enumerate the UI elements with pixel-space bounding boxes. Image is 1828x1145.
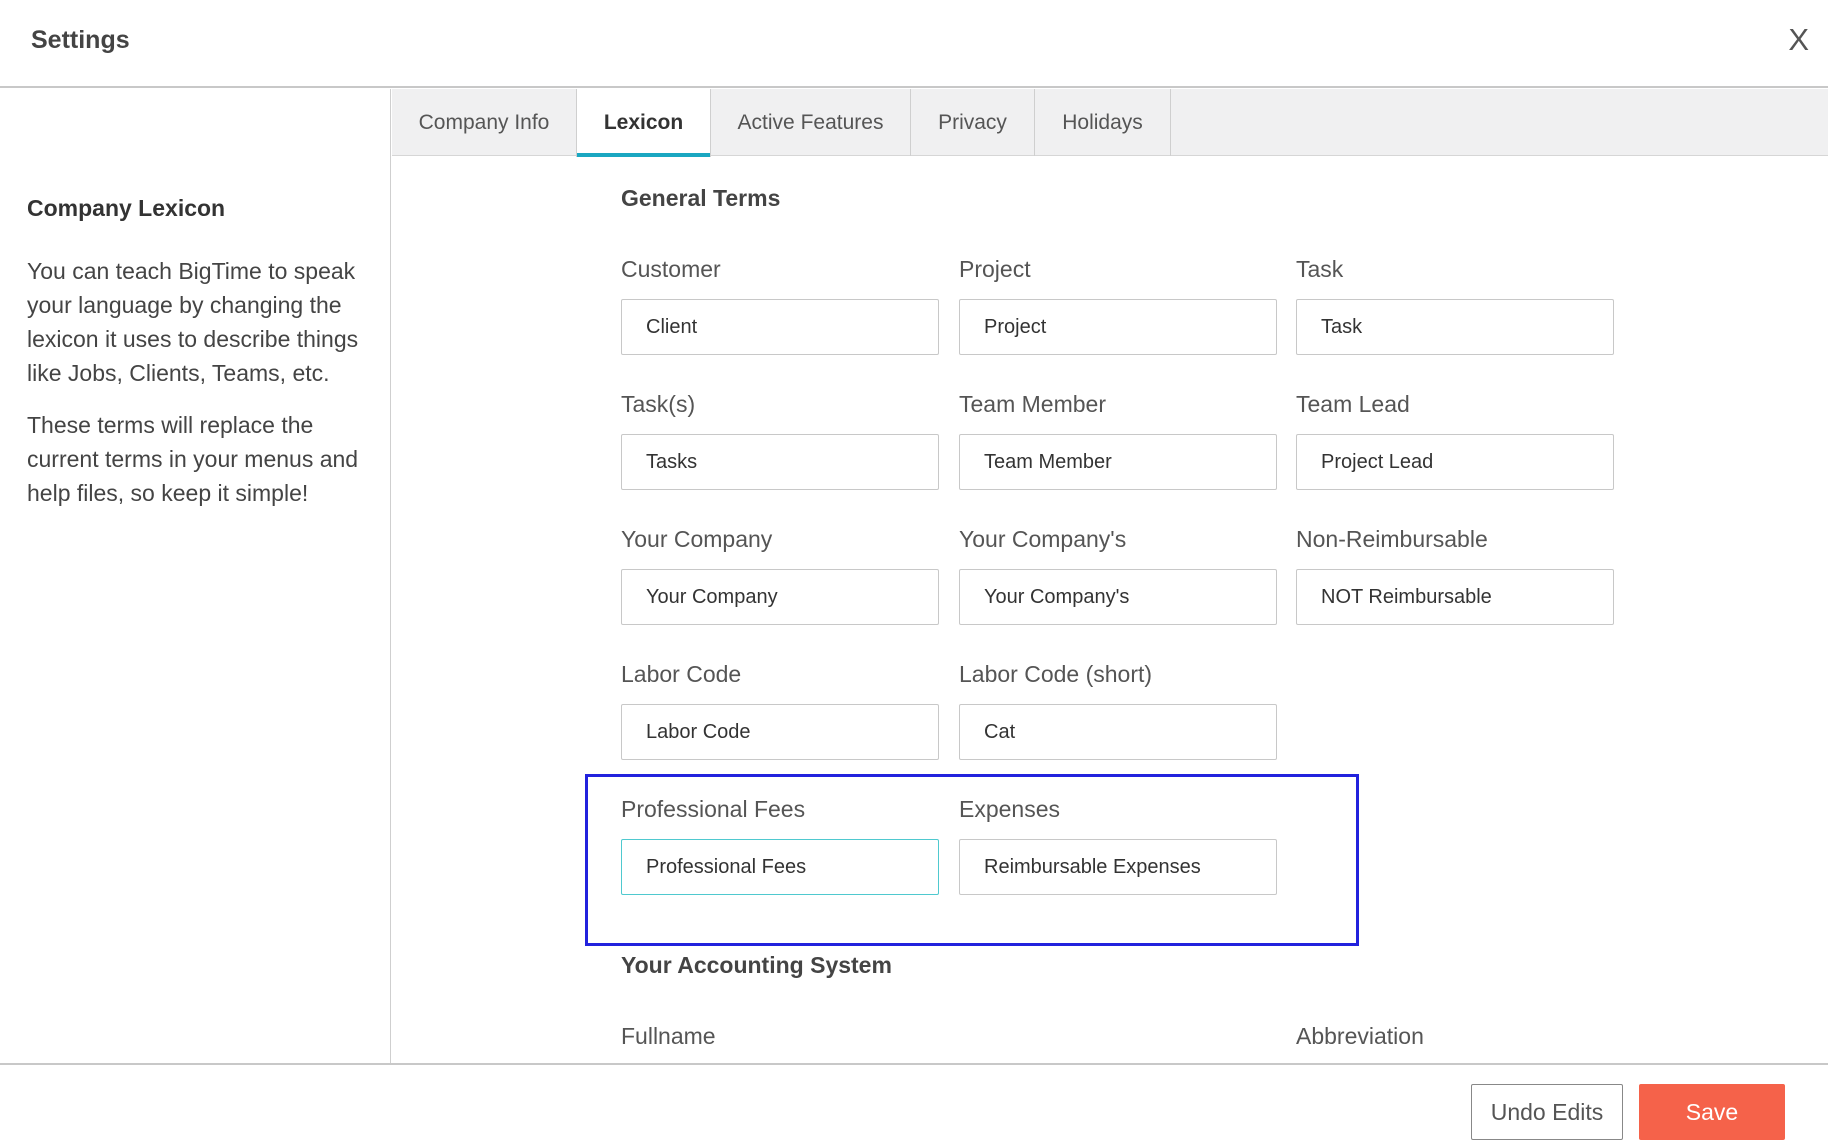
labor-code-input[interactable]: Labor Code [621,704,939,760]
professional-fees-label: Professional Fees [621,796,806,822]
dialog-header: Settings X [0,0,1828,88]
tasks-input[interactable]: Tasks [621,434,939,490]
general-terms-title: General Terms [621,185,781,211]
team-member-label: Team Member [959,391,1106,417]
undo-edits-button[interactable]: Undo Edits [1471,1084,1623,1140]
customer-label: Customer [621,256,721,282]
accounting-system-title: Your Accounting System [621,952,892,978]
tab-label: Holidays [1062,111,1143,134]
save-button[interactable]: Save [1639,1084,1785,1140]
tab-active-features[interactable]: Active Features [711,89,911,156]
tab-holidays[interactable]: Holidays [1035,89,1171,156]
abbreviation-label: Abbreviation [1296,1023,1424,1049]
lexicon-form: General Terms Customer Client Project Pr… [392,157,1828,1063]
professional-fees-input[interactable]: Professional Fees [621,839,939,895]
tab-label: Company Info [418,111,550,134]
close-icon[interactable]: X [1788,24,1809,55]
your-company-label: Your Company [621,526,773,552]
project-label: Project [959,256,1031,282]
task-label: Task [1296,256,1344,282]
tab-label: Active Features [737,111,884,134]
expenses-input[interactable]: Reimbursable Expenses [959,839,1277,895]
team-member-input[interactable]: Team Member [959,434,1277,490]
team-lead-label: Team Lead [1296,391,1410,417]
non-reimbursable-label: Non-Reimbursable [1296,526,1488,552]
expenses-label: Expenses [959,796,1061,822]
customer-input[interactable]: Client [621,299,939,355]
labor-code-label: Labor Code [621,661,742,687]
task-input[interactable]: Task [1296,299,1614,355]
labor-code-short-input[interactable]: Cat [959,704,1277,760]
non-reimbursable-input[interactable]: NOT Reimbursable [1296,569,1614,625]
your-companys-input[interactable]: Your Company's [959,569,1277,625]
fullname-label: Fullname [621,1023,716,1049]
tab-lexicon[interactable]: Lexicon [576,89,711,157]
project-input[interactable]: Project [959,299,1277,355]
settings-tabs: Company Info Lexicon Active Features Pri… [392,89,1828,157]
your-company-input[interactable]: Your Company [621,569,939,625]
sidebar-description: You can teach BigTime to speak your lang… [27,258,359,386]
dialog-footer: Undo Edits Save [0,1063,1828,1145]
sidebar: Company Lexicon You can teach BigTime to… [0,89,391,1063]
your-companys-label: Your Company's [959,526,1127,552]
tab-privacy[interactable]: Privacy [911,89,1035,156]
tab-company-info[interactable]: Company Info [392,89,577,156]
dialog-title: Settings [31,26,130,54]
team-lead-input[interactable]: Project Lead [1296,434,1614,490]
labor-code-short-label: Labor Code (short) [959,661,1153,687]
tab-label: Lexicon [603,111,684,134]
tasks-label: Task(s) [621,391,696,417]
tab-label: Privacy [938,111,1007,134]
sidebar-heading: Company Lexicon [27,195,226,221]
sidebar-note: These terms will replace the current ter… [27,412,359,506]
